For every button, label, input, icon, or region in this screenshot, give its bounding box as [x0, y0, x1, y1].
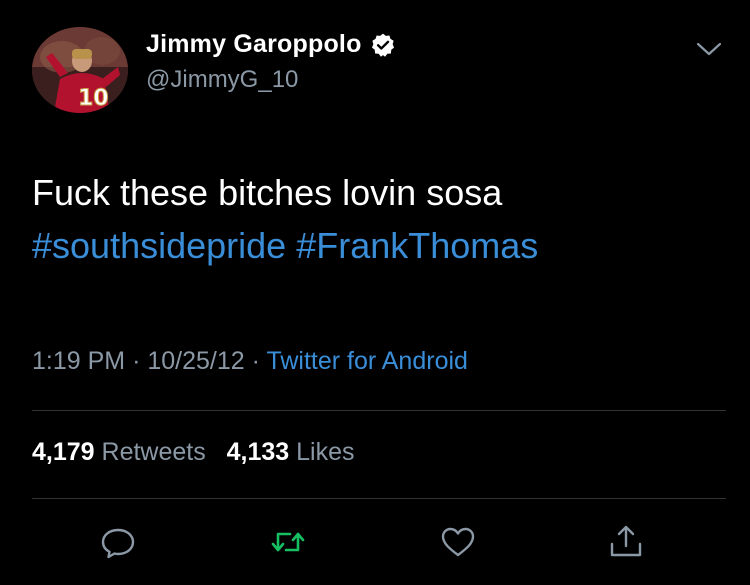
author-handle[interactable]: @JimmyG_10 [146, 66, 298, 94]
meta-separator: · [251, 347, 267, 375]
share-button[interactable] [606, 522, 646, 562]
retweets-label: Retweets [101, 438, 206, 466]
reply-icon [101, 528, 135, 559]
avatar-image: 10 [32, 27, 128, 113]
likes-label: Likes [296, 438, 355, 466]
tweet-actions [0, 522, 750, 568]
verified-badge-icon [371, 33, 394, 57]
retweet-button[interactable] [268, 522, 308, 562]
tweet-time[interactable]: 1:19 PM [32, 347, 125, 375]
heart-icon [441, 527, 475, 557]
tweet-text: Fuck these bitches lovin sosa [32, 172, 503, 213]
tweet-meta: 1:19 PM · 10/25/12 · Twitter for Android [32, 347, 468, 376]
chevron-down-icon[interactable] [694, 38, 724, 60]
divider [32, 498, 726, 499]
retweets-count: 4,179 [32, 438, 95, 466]
likes-stat[interactable]: 4,133 Likes [227, 438, 355, 466]
author-name[interactable]: Jimmy Garoppolo [146, 30, 362, 59]
tweet-source[interactable]: Twitter for Android [266, 347, 467, 375]
svg-text:10: 10 [78, 86, 109, 111]
author-avatar[interactable]: 10 [32, 27, 128, 113]
like-button[interactable] [438, 522, 478, 562]
tweet-hashtags: #southsidepride #FrankThomas [32, 222, 538, 270]
share-icon [610, 525, 642, 557]
hashtag-link[interactable]: #southsidepride [32, 225, 286, 266]
meta-separator: · [132, 347, 148, 375]
retweet-icon [271, 532, 305, 552]
divider [32, 410, 726, 411]
reply-button[interactable] [98, 522, 138, 562]
retweets-stat[interactable]: 4,179 Retweets [32, 438, 213, 466]
tweet-date[interactable]: 10/25/12 [147, 347, 244, 375]
author-name-row[interactable]: Jimmy Garoppolo [146, 30, 396, 59]
hashtag-link[interactable]: #FrankThomas [296, 225, 538, 266]
likes-count: 4,133 [226, 438, 290, 466]
tweet-stats: 4,179 Retweets 4,133 Likes [32, 438, 354, 467]
